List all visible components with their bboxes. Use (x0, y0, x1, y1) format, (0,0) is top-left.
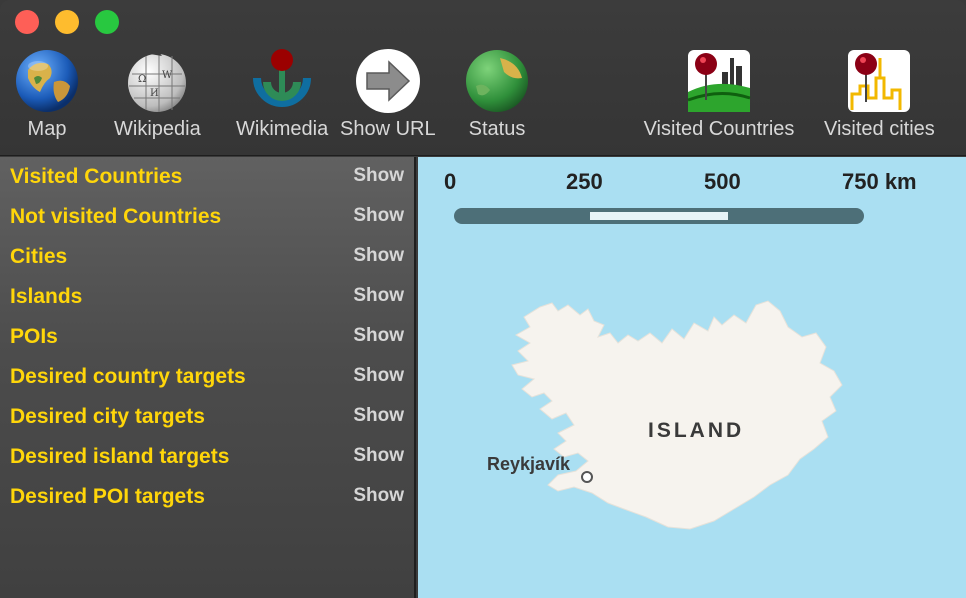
map-tool-label: Map (27, 118, 67, 140)
list-item[interactable]: POIs Show (0, 317, 414, 357)
close-window-button[interactable] (15, 10, 39, 34)
list-item[interactable]: Desired island targets Show (0, 437, 414, 477)
svg-text:W: W (162, 70, 173, 81)
list-item[interactable]: Visited Countries Show (0, 157, 414, 197)
layer-label: POIs (10, 325, 58, 348)
list-item[interactable]: Desired country targets Show (0, 357, 414, 397)
list-item[interactable]: Desired city targets Show (0, 397, 414, 437)
layer-label: Desired island targets (10, 445, 230, 468)
visited-countries-tool-button[interactable]: Visited Countries (628, 48, 810, 141)
minimize-window-button[interactable] (55, 10, 79, 34)
status-tool-label: Status (468, 118, 526, 140)
wikipedia-globe-icon: Ω W И (124, 48, 190, 114)
list-item[interactable]: Cities Show (0, 237, 414, 277)
svg-text:Ω: Ω (138, 74, 146, 85)
show-url-tool-label: Show URL (340, 118, 436, 140)
wikipedia-tool-button[interactable]: Ω W И Wikipedia (114, 48, 201, 141)
zoom-window-button[interactable] (95, 10, 119, 34)
visited-countries-tool-label: Visited Countries (643, 118, 795, 140)
show-button[interactable]: Show (353, 205, 404, 227)
visited-cities-tool-label: Visited cities (824, 118, 935, 140)
app-window: Map Ω W И Wikipedia Wikimedia Show URL S… (0, 0, 966, 598)
layer-label: Desired country targets (10, 365, 246, 388)
visited-cities-tool-button[interactable]: Visited cities (824, 48, 935, 141)
arrow-right-icon (355, 48, 421, 114)
show-button[interactable]: Show (353, 405, 404, 427)
layer-label: Cities (10, 245, 68, 268)
map-view[interactable]: 0 250 500 750 km ISLAND Reykjavík (418, 157, 966, 598)
list-item[interactable]: Desired POI targets Show (0, 477, 414, 517)
wikimedia-tool-label: Wikimedia (236, 118, 329, 140)
country-label: ISLAND (648, 419, 745, 442)
wikimedia-logo-icon (249, 48, 315, 114)
globe-icon (14, 48, 80, 114)
status-tool-button[interactable]: Status (464, 48, 530, 141)
city-marker[interactable] (581, 471, 593, 483)
layer-label: Desired city targets (10, 405, 205, 428)
show-button[interactable]: Show (353, 445, 404, 467)
city-label: Reykjavík (487, 454, 571, 474)
show-button[interactable]: Show (353, 285, 404, 307)
pin-city-icon (846, 48, 912, 114)
layer-sidebar: Visited Countries Show Not visited Count… (0, 157, 416, 598)
layer-label: Visited Countries (10, 165, 183, 188)
toolbar: Map Ω W И Wikipedia Wikimedia Show URL S… (0, 0, 966, 156)
status-globe-icon (464, 48, 530, 114)
layer-label: Desired POI targets (10, 485, 205, 508)
show-button[interactable]: Show (353, 365, 404, 387)
pin-landscape-icon (686, 48, 752, 114)
wikipedia-tool-label: Wikipedia (114, 118, 201, 140)
layer-label: Not visited Countries (10, 205, 222, 228)
iceland-landmass (511, 300, 843, 530)
list-item[interactable]: Not visited Countries Show (0, 197, 414, 237)
show-url-tool-button[interactable]: Show URL (340, 48, 436, 141)
show-button[interactable]: Show (353, 165, 404, 187)
show-button[interactable]: Show (353, 245, 404, 267)
list-item[interactable]: Islands Show (0, 277, 414, 317)
map-tool-button[interactable]: Map (14, 48, 80, 141)
layer-label: Islands (10, 285, 83, 308)
wikimedia-tool-button[interactable]: Wikimedia (236, 48, 328, 141)
show-button[interactable]: Show (353, 485, 404, 507)
show-button[interactable]: Show (353, 325, 404, 347)
svg-text:И: И (150, 88, 159, 99)
